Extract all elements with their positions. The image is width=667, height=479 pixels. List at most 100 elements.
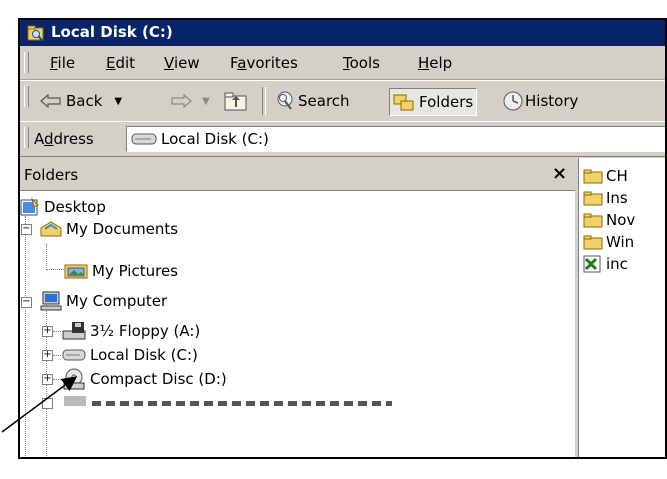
address-label: Address — [34, 130, 94, 148]
tree-label-my-computer: My Computer — [66, 292, 168, 310]
content-item[interactable]: Nov — [583, 210, 635, 230]
menu-help-rest: elp — [429, 54, 453, 72]
content-item[interactable]: Win — [583, 232, 634, 252]
title-bar[interactable]: Local Disk (C:) — [20, 20, 665, 46]
menu-tools[interactable]: Tools — [343, 54, 380, 72]
tree-item-my-pictures[interactable]: My Pictures — [64, 260, 178, 282]
collapse-icon[interactable]: − — [21, 224, 32, 235]
tree-line — [53, 331, 61, 332]
menu-favorites[interactable]: Favorites — [230, 54, 298, 72]
address-value: Local Disk (C:) — [161, 130, 269, 148]
back-label: Back — [66, 92, 103, 110]
folders-icon — [393, 94, 414, 111]
address-bar: Address Local Disk (C:) — [20, 121, 665, 157]
folders-button[interactable]: Folders — [389, 88, 478, 116]
address-input[interactable]: Local Disk (C:) — [126, 126, 665, 152]
folders-pane-title: Folders — [24, 166, 79, 184]
content-item[interactable]: CH — [583, 166, 628, 186]
history-button[interactable]: History — [502, 88, 578, 114]
folder-icon — [583, 191, 603, 206]
window-title: Local Disk (C:) — [51, 23, 173, 41]
collapse-icon[interactable]: − — [21, 297, 32, 308]
toolbar-separator — [262, 87, 266, 115]
content-item-label: Ins — [606, 189, 628, 207]
expand-icon[interactable]: + — [42, 350, 53, 361]
partial-expander[interactable] — [42, 398, 53, 409]
menu-view-accel: V — [164, 54, 174, 72]
contents-pane: CH Ins Nov Win inc — [578, 158, 665, 457]
expand-icon[interactable]: + — [42, 374, 53, 385]
menu-file[interactable]: File — [50, 54, 75, 72]
content-item-label: inc — [606, 255, 628, 273]
menu-help-accel: H — [418, 54, 430, 72]
history-label: History — [525, 92, 579, 110]
tree-item-my-documents[interactable]: My Documents — [40, 218, 178, 240]
folders-pane: Folders × Desktop − My Documents My Pict… — [20, 158, 578, 457]
tree-label-desktop: Desktop — [44, 198, 106, 216]
explorer-window: Local Disk (C:) File Edit View Favorites… — [18, 18, 667, 459]
menu-file-accel: F — [50, 54, 58, 72]
menu-help[interactable]: Help — [418, 54, 452, 72]
forward-arrow-icon — [171, 94, 192, 108]
address-label-pre: A — [34, 130, 44, 148]
content-item[interactable]: inc — [583, 254, 628, 274]
my-documents-icon — [40, 221, 62, 237]
back-dropdown-icon[interactable]: ▼ — [114, 96, 122, 107]
menu-tools-rest: ools — [349, 54, 380, 72]
content-item[interactable]: Ins — [583, 188, 628, 208]
tree-item-my-computer[interactable]: My Computer — [40, 290, 167, 312]
content-item-label: Nov — [606, 211, 636, 229]
tree-label-compact-disc: Compact Disc (D:) — [90, 370, 227, 388]
up-folder-icon — [224, 92, 247, 111]
up-folder-button[interactable] — [224, 88, 248, 114]
tree-item-floppy[interactable]: 3½ Floppy (A:) — [62, 320, 200, 342]
forward-button[interactable]: ▼ — [170, 88, 210, 114]
search-button[interactable]: Search — [274, 88, 350, 114]
tree-label-my-pictures: My Pictures — [92, 262, 178, 280]
close-icon[interactable]: × — [552, 163, 567, 184]
drive-icon — [131, 133, 157, 145]
expand-icon[interactable]: + — [42, 326, 53, 337]
folders-label: Folders — [419, 93, 474, 111]
back-button[interactable]: Back ▼ — [40, 88, 122, 114]
tree-label-floppy: 3½ Floppy (A:) — [90, 322, 201, 340]
search-icon — [277, 91, 293, 110]
folder-icon — [583, 213, 603, 228]
tree-item-desktop[interactable]: Desktop — [20, 196, 106, 218]
search-label: Search — [298, 92, 350, 110]
cd-drive-icon — [63, 368, 85, 390]
menu-edit[interactable]: Edit — [106, 54, 135, 72]
tree-line — [53, 379, 61, 380]
desktop-icon — [20, 197, 39, 216]
tree-label-local-disk: Local Disk (C:) — [90, 346, 198, 364]
excel-file-icon — [583, 255, 601, 273]
folder-search-icon — [27, 25, 44, 41]
tree-line — [25, 216, 26, 457]
menu-favorites-rest: vorites — [246, 54, 298, 72]
menu-bar: File Edit View Favorites Tools Help — [20, 47, 665, 80]
folders-pane-header: Folders × — [20, 158, 575, 191]
addressbar-grip[interactable] — [24, 127, 29, 148]
partial-row-label — [92, 401, 392, 406]
menu-view-rest: iew — [173, 54, 200, 72]
tree-item-local-disk[interactable]: Local Disk (C:) — [62, 344, 198, 366]
content-item-label: CH — [606, 167, 628, 185]
tree-line — [46, 244, 47, 270]
back-arrow-icon — [40, 94, 61, 108]
address-label-accel: d — [44, 130, 54, 148]
toolbar-grip[interactable] — [24, 86, 29, 107]
my-computer-icon — [40, 291, 62, 311]
menubar-grip[interactable] — [24, 52, 29, 73]
forward-dropdown-icon[interactable]: ▼ — [202, 96, 210, 107]
menu-file-rest: ile — [57, 54, 76, 72]
history-icon — [503, 91, 523, 111]
tree-label-my-documents: My Documents — [66, 220, 179, 238]
standard-toolbar: Back ▼ ▼ Search Folders History — [20, 80, 665, 122]
menu-view[interactable]: View — [164, 54, 200, 72]
partial-drive-icon — [64, 396, 86, 406]
folder-icon — [583, 169, 603, 184]
tree-item-compact-disc[interactable]: Compact Disc (D:) — [62, 368, 227, 390]
folder-icon — [583, 235, 603, 250]
hard-drive-icon — [62, 349, 86, 361]
floppy-drive-icon — [62, 322, 86, 340]
